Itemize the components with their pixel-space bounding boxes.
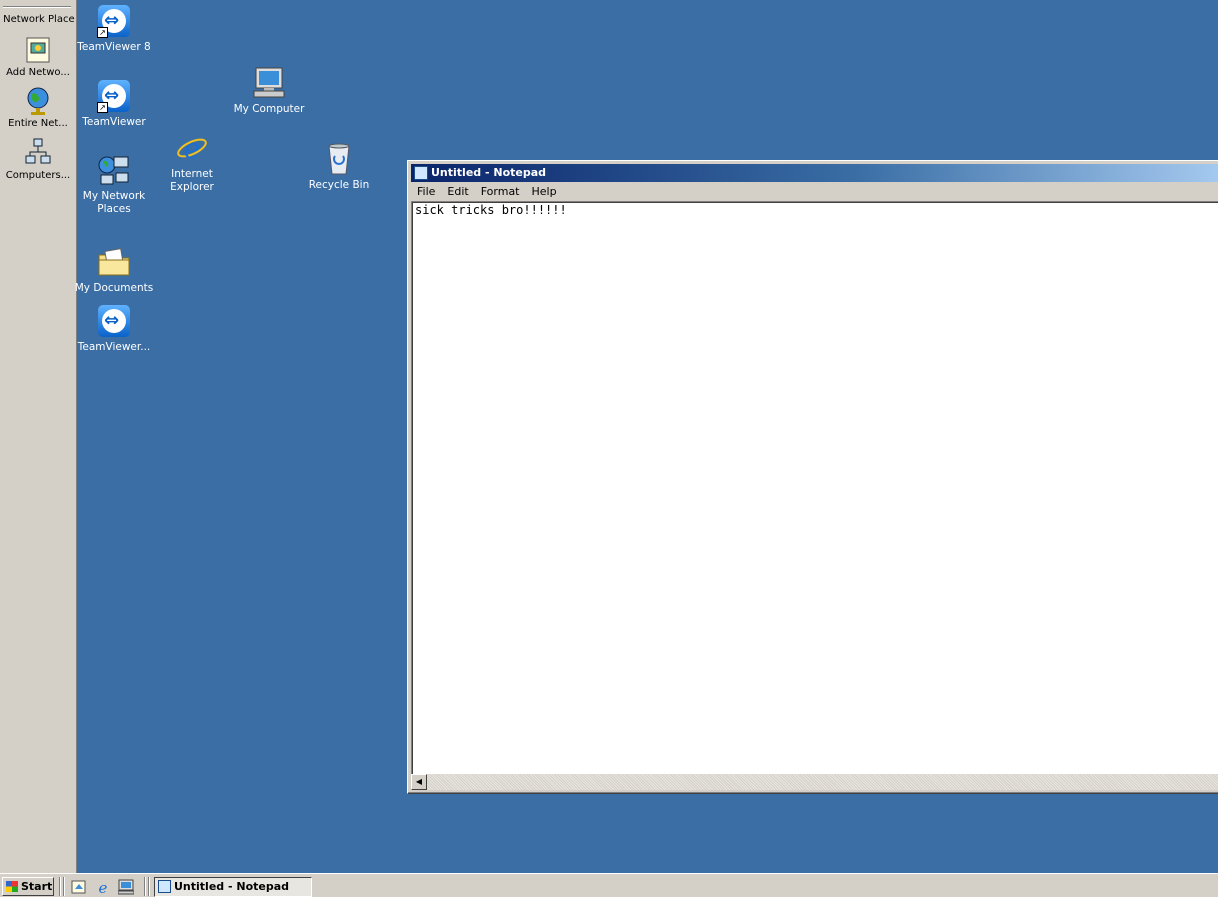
- computer-quicklaunch-icon[interactable]: [117, 879, 135, 895]
- explorer-left-pane: y Network Place Add Netwo... Entire Net.…: [0, 0, 77, 873]
- notepad-title-bar[interactable]: Untitled - Notepad: [411, 164, 1218, 182]
- desktop-icon-my-network-places[interactable]: My Network Places: [72, 153, 156, 216]
- taskbar: Start e Untitled - Notepad: [0, 873, 1218, 897]
- computers-near-me-label: Computers...: [5, 170, 71, 181]
- desktop-icon-internet-explorer[interactable]: e Internet Explorer: [150, 131, 234, 194]
- desktop-icon-label: My Computer: [233, 103, 305, 115]
- desktop-icon-label: TeamViewer 8: [77, 41, 151, 53]
- desktop-icon-label: TeamViewer...: [77, 341, 151, 353]
- teamviewer-icon: ↗: [97, 4, 131, 38]
- taskbar-button-notepad[interactable]: Untitled - Notepad: [154, 877, 312, 897]
- desktop-icon-recycle-bin[interactable]: Recycle Bin: [297, 142, 381, 192]
- computer-icon: [252, 66, 286, 100]
- desktop-icon-label: TeamViewer: [82, 116, 146, 128]
- globe-icon: [24, 86, 52, 116]
- pane-title: y Network Place: [0, 14, 75, 25]
- text-editor[interactable]: sick tricks bro!!!!!!: [411, 201, 1218, 776]
- teamviewer-icon: ↗: [97, 79, 131, 113]
- taskbar-button-label: Untitled - Notepad: [174, 880, 290, 893]
- desktop-icon-my-documents[interactable]: My Documents: [72, 245, 156, 295]
- menu-edit[interactable]: Edit: [441, 183, 474, 201]
- scroll-left-icon[interactable]: ◀: [411, 774, 427, 790]
- editor-content[interactable]: sick tricks bro!!!!!!: [415, 203, 567, 217]
- menu-help[interactable]: Help: [526, 183, 563, 201]
- desktop-icon-label: Internet Explorer: [170, 168, 214, 193]
- horizontal-scrollbar[interactable]: ◀: [411, 774, 1218, 790]
- folder-icon: [97, 245, 131, 279]
- notepad-icon: [158, 880, 171, 893]
- taskbar-separator: [59, 877, 61, 896]
- menu-bar: File Edit Format Help: [411, 183, 1218, 201]
- entire-network-item[interactable]: Entire Net...: [0, 86, 76, 129]
- taskbar-separator: [144, 877, 146, 896]
- show-desktop-icon[interactable]: [71, 879, 87, 895]
- taskbar-separator: [148, 877, 150, 896]
- recycle-bin-icon: [322, 142, 356, 176]
- desktop-icon-my-computer[interactable]: My Computer: [227, 66, 311, 116]
- start-button[interactable]: Start: [2, 877, 54, 896]
- svg-text:e: e: [99, 879, 108, 895]
- notepad-icon[interactable]: [414, 166, 428, 180]
- window-title: Untitled - Notepad: [431, 166, 547, 179]
- add-network-place-label: Add Netwo...: [6, 67, 70, 78]
- internet-explorer-icon: e: [175, 131, 209, 165]
- computers-near-me-item[interactable]: Computers...: [0, 138, 76, 181]
- pane-separator: [3, 6, 71, 8]
- desktop-icon-teamviewer-8[interactable]: ↗ TeamViewer 8: [72, 4, 156, 54]
- notepad-window[interactable]: Untitled - Notepad File Edit Format Help si…: [407, 160, 1218, 794]
- taskbar-separator: [63, 877, 65, 896]
- network-computers-icon: [24, 138, 52, 168]
- menu-format[interactable]: Format: [475, 183, 526, 201]
- internet-explorer-quicklaunch-icon[interactable]: e: [95, 879, 111, 897]
- desktop-icon-label: My Network Places: [82, 190, 146, 215]
- desktop-icon-teamviewer[interactable]: ↗ TeamViewer: [72, 79, 156, 129]
- windows-logo-icon: [6, 881, 18, 892]
- network-places-icon: [97, 153, 131, 187]
- desktop-icon-teamviewer-ellipsis[interactable]: TeamViewer...: [72, 304, 156, 354]
- entire-network-label: Entire Net...: [8, 118, 68, 129]
- add-network-place-item[interactable]: Add Netwo...: [0, 35, 76, 78]
- desktop-icon-label: Recycle Bin: [308, 179, 370, 191]
- svg-text:e: e: [184, 132, 201, 165]
- menu-file[interactable]: File: [411, 183, 441, 201]
- add-network-place-icon: [24, 35, 52, 65]
- start-label: Start: [21, 880, 53, 893]
- teamviewer-icon: [97, 304, 131, 338]
- desktop-icon-label: My Documents: [74, 282, 154, 294]
